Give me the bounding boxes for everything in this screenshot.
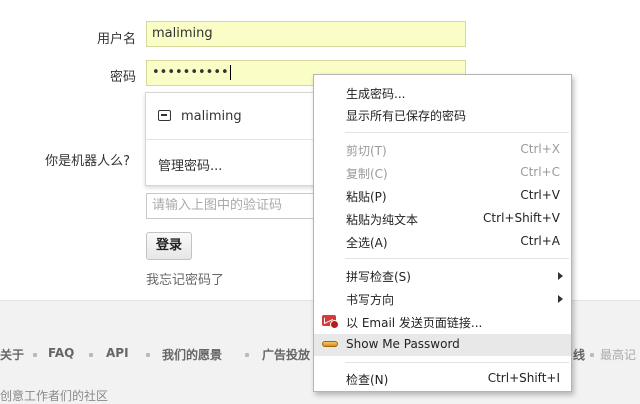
password-suggestion-dropdown: maliming 管理密码... xyxy=(145,92,321,186)
footer-tagline: 创意工作者们的社区 xyxy=(0,389,109,403)
menu-item-show-saved-passwords[interactable]: 显示所有已保存的密码 xyxy=(314,104,571,126)
menu-divider xyxy=(345,258,569,259)
menu-item-spellcheck[interactable]: 拼写检查(S) xyxy=(314,265,571,287)
email-icon xyxy=(322,315,339,329)
menu-divider xyxy=(345,362,569,363)
footer-separator xyxy=(245,353,249,357)
footer-link-api[interactable]: API xyxy=(106,346,129,360)
captcha-label: 你是机器人么? xyxy=(45,154,130,169)
footer-separator xyxy=(89,353,93,357)
footer-link-vision[interactable]: 我们的愿景 xyxy=(162,346,222,363)
password-value: •••••••••• xyxy=(152,65,229,80)
footer-link-faq[interactable]: FAQ xyxy=(48,346,74,360)
saved-credential-item[interactable]: maliming xyxy=(181,109,242,124)
menu-item-writing-direction[interactable]: 书写方向 xyxy=(314,288,571,310)
captcha-placeholder: 请输入上图中的验证码 xyxy=(152,198,283,213)
submenu-arrow-icon xyxy=(558,272,563,280)
menu-item-copy: 复制(C) Ctrl+C xyxy=(346,165,560,181)
menu-item-paste[interactable]: 粘贴(P) Ctrl+V xyxy=(314,185,571,207)
menu-item-email-link[interactable]: 以 Email 发送页面链接... xyxy=(314,311,571,333)
password-label: 密码 xyxy=(109,70,136,85)
footer-link-advertise[interactable]: 广告投放 xyxy=(262,346,310,363)
submenu-arrow-icon xyxy=(558,295,563,303)
menu-item-generate-password[interactable]: 生成密码... xyxy=(314,82,571,104)
menu-divider xyxy=(345,132,569,133)
text-caret xyxy=(229,65,231,80)
username-value: maliming xyxy=(152,26,213,41)
footer-separator xyxy=(146,353,150,357)
login-button[interactable]: 登录 xyxy=(146,232,192,260)
manage-passwords-item[interactable]: 管理密码... xyxy=(158,155,222,174)
suggestion-divider xyxy=(146,139,320,140)
menu-item-select-all[interactable]: 全选(A) Ctrl+A xyxy=(314,231,571,253)
show-password-extension-icon xyxy=(322,341,338,347)
footer-separator xyxy=(590,353,594,357)
menu-item-show-me-password[interactable]: Show Me Password xyxy=(314,334,571,356)
context-menu: 生成密码... 显示所有已保存的密码 剪切(T) Ctrl+X 复制(C) Ct… xyxy=(313,74,572,392)
footer-separator xyxy=(33,353,37,357)
menu-item-paste-plain-text[interactable]: 粘贴为纯文本 Ctrl+Shift+V xyxy=(314,208,571,230)
menu-item-cut: 剪切(T) Ctrl+X xyxy=(346,142,560,158)
menu-item-inspect[interactable]: 检查(N) Ctrl+Shift+I xyxy=(314,368,571,390)
username-input[interactable]: maliming xyxy=(146,21,466,47)
footer-link-record[interactable]: 最高记 xyxy=(600,346,636,363)
captcha-input[interactable]: 请输入上图中的验证码 xyxy=(146,193,321,219)
forgot-password-link[interactable]: 我忘记密码了 xyxy=(146,269,224,288)
footer-link-partial[interactable]: 线 xyxy=(573,346,585,363)
footer-link-about[interactable]: 关于 xyxy=(0,346,24,363)
username-label: 用户名 xyxy=(96,32,136,47)
password-key-icon xyxy=(158,110,171,121)
